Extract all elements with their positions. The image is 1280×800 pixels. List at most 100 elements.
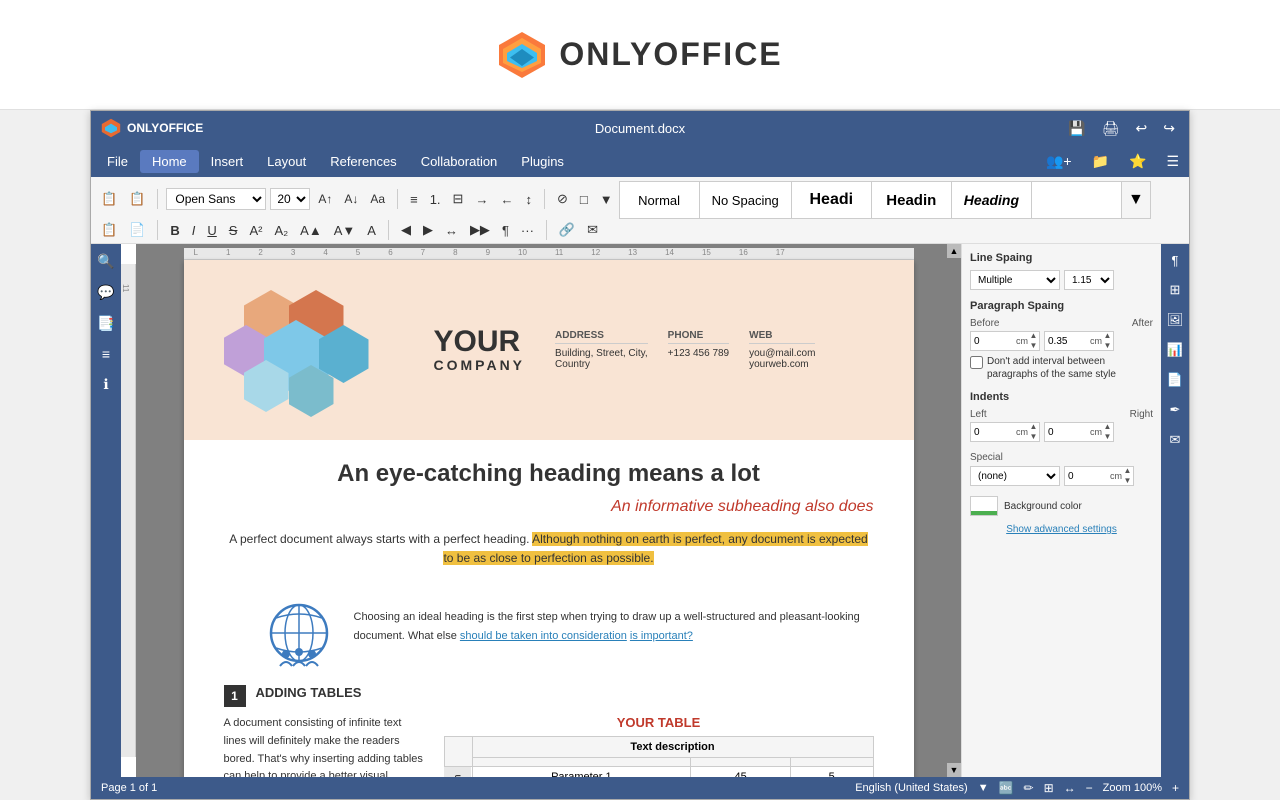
menu-layout[interactable]: Layout <box>255 150 318 173</box>
font-color-btn[interactable]: A▼ <box>330 221 360 240</box>
comment-icon[interactable]: 💬 <box>94 281 117 304</box>
scroll-up-btn[interactable]: ▲ <box>947 244 961 258</box>
after-input[interactable]: cm ▲ ▼ <box>1044 331 1114 351</box>
style-heading3[interactable]: Heading <box>952 182 1032 218</box>
line-spacing-btn[interactable]: ↕ <box>521 190 536 209</box>
indent-right-btn[interactable]: → <box>471 190 492 209</box>
shape-dropdown-btn[interactable]: ▼ <box>596 190 617 209</box>
link-btn[interactable]: 🔗 <box>555 220 579 240</box>
font-size-down-btn[interactable]: A↓ <box>340 190 362 208</box>
view-icon[interactable]: ⊞ <box>1044 781 1054 795</box>
page-icon[interactable]: 📄 <box>1164 369 1186 391</box>
image-icon[interactable]: 🖼 <box>1164 309 1187 331</box>
style-gallery-arrow[interactable]: ▼ <box>1122 182 1150 218</box>
menu-home[interactable]: Home <box>140 150 199 173</box>
mail-btn[interactable]: ✉ <box>583 220 602 240</box>
print-icon[interactable]: 🖨 <box>1098 118 1124 139</box>
menu-insert[interactable]: Insert <box>199 150 256 173</box>
after-down[interactable]: ▼ <box>1102 341 1113 351</box>
strikethrough-btn[interactable]: S <box>225 221 242 240</box>
right-indent-down[interactable]: ▼ <box>1102 432 1113 442</box>
review-icon[interactable]: 📑 <box>94 312 117 335</box>
style-heading1[interactable]: Headi <box>792 182 872 218</box>
style-no-spacing[interactable]: No Spacing <box>700 182 792 218</box>
left-indent-input[interactable]: cm ▲ ▼ <box>970 422 1040 442</box>
bold-btn[interactable]: B <box>166 221 183 240</box>
style-normal[interactable]: Normal <box>620 182 700 218</box>
align-left-btn[interactable]: ◀ <box>397 220 415 240</box>
save-icon[interactable]: 💾 <box>1064 118 1089 139</box>
line-spacing-val-select[interactable]: 1.15 <box>1064 270 1114 290</box>
para2-link2[interactable]: is important? <box>630 630 693 642</box>
left-indent-down[interactable]: ▼ <box>1028 432 1039 442</box>
show-marks-btn[interactable]: ¶ <box>498 221 513 240</box>
redo-icon[interactable]: ↪ <box>1159 118 1179 139</box>
special-cm-input[interactable]: cm ▲ ▼ <box>1064 466 1134 486</box>
underline-btn[interactable]: U <box>203 221 220 240</box>
spell-icon[interactable]: 🔤 <box>999 781 1014 795</box>
scroll-down-btn[interactable]: ▼ <box>947 763 961 777</box>
align-justify-btn[interactable]: ↔ <box>441 221 462 240</box>
add-users-icon[interactable]: 👥+ <box>1040 151 1078 172</box>
paragraph-icon[interactable]: ¶ <box>1169 250 1182 271</box>
paste-btn[interactable]: 📋 <box>97 189 121 209</box>
font-case-btn[interactable]: Aa <box>366 190 389 208</box>
subscript-btn[interactable]: A₂ <box>270 221 292 240</box>
special-cm-value[interactable] <box>1065 467 1110 485</box>
before-input[interactable]: cm ▲ ▼ <box>970 331 1040 351</box>
style-heading2[interactable]: Headin <box>872 182 952 218</box>
copy-btn[interactable]: 📋 <box>97 220 121 240</box>
shading-btn[interactable]: ··· <box>517 221 538 240</box>
menu-references[interactable]: References <box>318 150 408 173</box>
line-spacing-type-select[interactable]: Multiple <box>970 270 1060 290</box>
language-dropdown-icon[interactable]: ▼ <box>978 782 989 794</box>
info-icon[interactable]: ℹ <box>100 373 111 396</box>
bullets-btn[interactable]: ≡ <box>406 190 422 209</box>
undo-icon[interactable]: ↩ <box>1132 118 1152 139</box>
hamburger-icon[interactable]: ☰ <box>1160 151 1185 172</box>
before-up[interactable]: ▲ <box>1028 331 1039 341</box>
outline-icon[interactable]: ≡ <box>99 343 113 365</box>
numbering-btn[interactable]: 1. <box>426 190 445 209</box>
multilevel-btn[interactable]: ⊟ <box>449 189 468 209</box>
advanced-settings-link[interactable]: Show adwanced settings <box>970 524 1153 535</box>
zoom-out-icon[interactable]: − <box>1086 781 1093 795</box>
favorite-icon[interactable]: ⭐ <box>1123 151 1152 172</box>
zoom-in-icon[interactable]: + <box>1172 781 1179 795</box>
menu-collaboration[interactable]: Collaboration <box>409 150 510 173</box>
mail2-icon[interactable]: ✉ <box>1167 429 1184 451</box>
menu-file[interactable]: File <box>95 150 140 173</box>
indent-left-btn[interactable]: ← <box>496 190 517 209</box>
right-indent-up[interactable]: ▲ <box>1102 422 1113 432</box>
font-family-select[interactable]: Open Sans <box>166 188 266 210</box>
fit-width-icon[interactable]: ↔ <box>1064 781 1076 795</box>
menu-plugins[interactable]: Plugins <box>509 150 576 173</box>
before-value[interactable] <box>971 332 1016 350</box>
special-up[interactable]: ▲ <box>1122 466 1133 476</box>
text-btn[interactable]: A <box>363 221 380 240</box>
copy2-btn[interactable]: 📄 <box>125 220 149 240</box>
left-indent-up[interactable]: ▲ <box>1028 422 1039 432</box>
table-icon[interactable]: ⊞ <box>1167 279 1184 301</box>
same-style-checkbox[interactable] <box>970 356 983 369</box>
chart-icon[interactable]: 📊 <box>1164 339 1186 361</box>
after-value[interactable] <box>1045 332 1090 350</box>
align-center-btn[interactable]: ▶ <box>419 220 437 240</box>
paste-special-btn[interactable]: 📋 <box>125 189 149 209</box>
clear-format-btn[interactable]: ⊘ <box>553 189 572 209</box>
special-select[interactable]: (none) <box>970 466 1060 486</box>
font-size-select[interactable]: 20 <box>270 188 310 210</box>
bg-color-swatch[interactable] <box>970 496 998 516</box>
after-up[interactable]: ▲ <box>1102 331 1113 341</box>
left-indent-value[interactable] <box>971 423 1016 441</box>
search-icon[interactable]: 🔍 <box>94 250 117 273</box>
open-folder-icon[interactable]: 📁 <box>1086 151 1115 172</box>
highlight-btn[interactable]: A▲ <box>296 221 326 240</box>
track-changes-icon[interactable]: ✏ <box>1024 781 1034 795</box>
special-down[interactable]: ▼ <box>1122 476 1133 486</box>
right-indent-value[interactable] <box>1045 423 1090 441</box>
right-indent-input[interactable]: cm ▲ ▼ <box>1044 422 1114 442</box>
signature-icon[interactable]: ✒ <box>1167 399 1184 421</box>
align-right-btn[interactable]: ▶▶ <box>466 220 494 240</box>
insert-shape-btn[interactable]: □ <box>576 190 592 209</box>
